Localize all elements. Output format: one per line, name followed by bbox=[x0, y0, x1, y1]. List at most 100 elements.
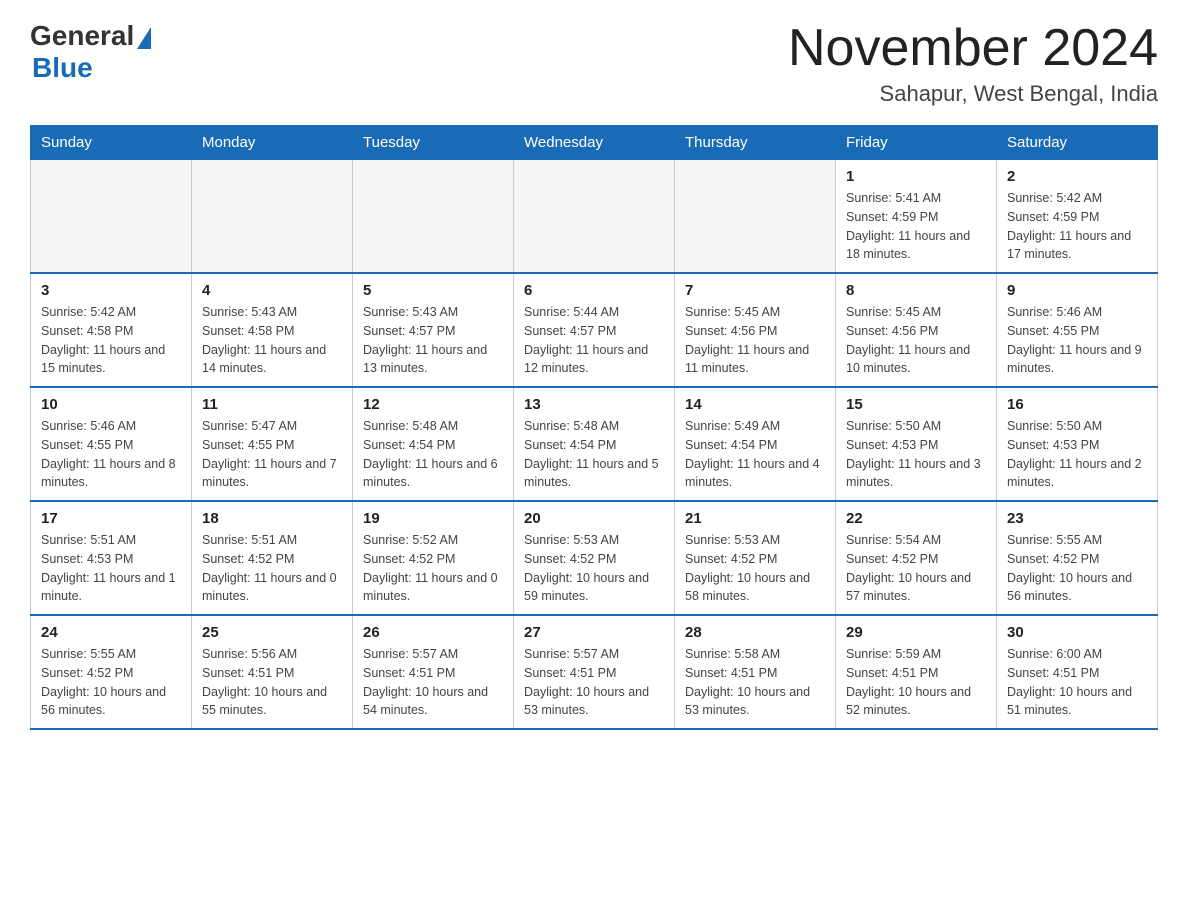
header-day-monday: Monday bbox=[192, 126, 353, 160]
day-number: 27 bbox=[524, 624, 664, 641]
calendar-cell: 14Sunrise: 5:49 AM Sunset: 4:54 PM Dayli… bbox=[675, 387, 836, 501]
calendar-cell bbox=[353, 160, 514, 274]
calendar-cell: 30Sunrise: 6:00 AM Sunset: 4:51 PM Dayli… bbox=[997, 615, 1158, 729]
day-info: Sunrise: 5:44 AM Sunset: 4:57 PM Dayligh… bbox=[524, 303, 664, 378]
calendar-table: SundayMondayTuesdayWednesdayThursdayFrid… bbox=[30, 125, 1158, 730]
day-number: 25 bbox=[202, 624, 342, 641]
calendar-cell: 29Sunrise: 5:59 AM Sunset: 4:51 PM Dayli… bbox=[836, 615, 997, 729]
calendar-cell: 28Sunrise: 5:58 AM Sunset: 4:51 PM Dayli… bbox=[675, 615, 836, 729]
calendar-week-row: 1 Sunrise: 5:41 AM Sunset: 4:59 PM Daylig… bbox=[31, 160, 1158, 274]
calendar-cell bbox=[31, 160, 192, 274]
day-number: 1 bbox=[846, 168, 986, 185]
day-info: Sunrise: 5:50 AM Sunset: 4:53 PM Dayligh… bbox=[846, 417, 986, 492]
day-info: Sunrise: 5:54 AM Sunset: 4:52 PM Dayligh… bbox=[846, 531, 986, 606]
calendar-title: November 2024 bbox=[788, 20, 1158, 77]
day-number: 15 bbox=[846, 396, 986, 413]
header-day-friday: Friday bbox=[836, 126, 997, 160]
calendar-cell bbox=[675, 160, 836, 274]
day-info: Sunrise: 5:46 AM Sunset: 4:55 PM Dayligh… bbox=[41, 417, 181, 492]
calendar-cell: 18 Sunrise: 5:51 AM Sunset: 4:52 PM Dayli… bbox=[192, 501, 353, 615]
logo-blue-text: Blue bbox=[32, 52, 93, 84]
calendar-cell bbox=[514, 160, 675, 274]
day-number: 4 bbox=[202, 282, 342, 299]
day-info: Sunrise: 5:46 AM Sunset: 4:55 PM Dayligh… bbox=[1007, 303, 1147, 378]
calendar-cell: 25 Sunrise: 5:56 AM Sunset: 4:51 PM Dayli… bbox=[192, 615, 353, 729]
day-number: 5 bbox=[363, 282, 503, 299]
calendar-cell: 13Sunrise: 5:48 AM Sunset: 4:54 PM Dayli… bbox=[514, 387, 675, 501]
calendar-cell: 5 Sunrise: 5:43 AM Sunset: 4:57 PM Daylig… bbox=[353, 273, 514, 387]
calendar-cell: 17Sunrise: 5:51 AM Sunset: 4:53 PM Dayli… bbox=[31, 501, 192, 615]
day-info: Sunrise: 5:56 AM Sunset: 4:51 PM Dayligh… bbox=[202, 645, 342, 720]
calendar-cell: 4 Sunrise: 5:43 AM Sunset: 4:58 PM Daylig… bbox=[192, 273, 353, 387]
day-info: Sunrise: 5:59 AM Sunset: 4:51 PM Dayligh… bbox=[846, 645, 986, 720]
day-info: Sunrise: 5:51 AM Sunset: 4:53 PM Dayligh… bbox=[41, 531, 181, 606]
calendar-cell: 9 Sunrise: 5:46 AM Sunset: 4:55 PM Daylig… bbox=[997, 273, 1158, 387]
header-day-thursday: Thursday bbox=[675, 126, 836, 160]
day-info: Sunrise: 5:41 AM Sunset: 4:59 PM Dayligh… bbox=[846, 189, 986, 264]
day-number: 20 bbox=[524, 510, 664, 527]
day-info: Sunrise: 5:51 AM Sunset: 4:52 PM Dayligh… bbox=[202, 531, 342, 606]
title-area: November 2024 Sahapur, West Bengal, Indi… bbox=[788, 20, 1158, 107]
day-info: Sunrise: 5:55 AM Sunset: 4:52 PM Dayligh… bbox=[1007, 531, 1147, 606]
calendar-cell bbox=[192, 160, 353, 274]
calendar-cell: 27 Sunrise: 5:57 AM Sunset: 4:51 PM Dayli… bbox=[514, 615, 675, 729]
calendar-cell: 8 Sunrise: 5:45 AM Sunset: 4:56 PM Daylig… bbox=[836, 273, 997, 387]
day-number: 10 bbox=[41, 396, 181, 413]
day-number: 22 bbox=[846, 510, 986, 527]
calendar-cell: 16 Sunrise: 5:50 AM Sunset: 4:53 PM Dayli… bbox=[997, 387, 1158, 501]
day-info: Sunrise: 5:43 AM Sunset: 4:58 PM Dayligh… bbox=[202, 303, 342, 378]
day-info: Sunrise: 5:45 AM Sunset: 4:56 PM Dayligh… bbox=[846, 303, 986, 378]
day-number: 24 bbox=[41, 624, 181, 641]
calendar-cell: 6 Sunrise: 5:44 AM Sunset: 4:57 PM Daylig… bbox=[514, 273, 675, 387]
calendar-cell: 21 Sunrise: 5:53 AM Sunset: 4:52 PM Dayli… bbox=[675, 501, 836, 615]
calendar-cell: 11 Sunrise: 5:47 AM Sunset: 4:55 PM Dayli… bbox=[192, 387, 353, 501]
day-number: 21 bbox=[685, 510, 825, 527]
day-number: 26 bbox=[363, 624, 503, 641]
day-info: Sunrise: 5:57 AM Sunset: 4:51 PM Dayligh… bbox=[524, 645, 664, 720]
day-info: Sunrise: 5:53 AM Sunset: 4:52 PM Dayligh… bbox=[685, 531, 825, 606]
day-info: Sunrise: 6:00 AM Sunset: 4:51 PM Dayligh… bbox=[1007, 645, 1147, 720]
header-day-tuesday: Tuesday bbox=[353, 126, 514, 160]
day-number: 18 bbox=[202, 510, 342, 527]
header-day-sunday: Sunday bbox=[31, 126, 192, 160]
calendar-cell: 24 Sunrise: 5:55 AM Sunset: 4:52 PM Dayli… bbox=[31, 615, 192, 729]
day-number: 23 bbox=[1007, 510, 1147, 527]
calendar-cell: 3 Sunrise: 5:42 AM Sunset: 4:58 PM Daylig… bbox=[31, 273, 192, 387]
calendar-cell: 12 Sunrise: 5:48 AM Sunset: 4:54 PM Dayli… bbox=[353, 387, 514, 501]
day-number: 9 bbox=[1007, 282, 1147, 299]
logo: General Blue bbox=[30, 20, 151, 84]
calendar-cell: 2Sunrise: 5:42 AM Sunset: 4:59 PM Daylig… bbox=[997, 160, 1158, 274]
day-info: Sunrise: 5:42 AM Sunset: 4:58 PM Dayligh… bbox=[41, 303, 181, 378]
calendar-week-row: 3 Sunrise: 5:42 AM Sunset: 4:58 PM Daylig… bbox=[31, 273, 1158, 387]
calendar-cell: 7Sunrise: 5:45 AM Sunset: 4:56 PM Daylig… bbox=[675, 273, 836, 387]
header-day-saturday: Saturday bbox=[997, 126, 1158, 160]
day-number: 3 bbox=[41, 282, 181, 299]
day-number: 11 bbox=[202, 396, 342, 413]
calendar-cell: 23 Sunrise: 5:55 AM Sunset: 4:52 PM Dayli… bbox=[997, 501, 1158, 615]
day-info: Sunrise: 5:47 AM Sunset: 4:55 PM Dayligh… bbox=[202, 417, 342, 492]
logo-general-text: General bbox=[30, 20, 134, 52]
day-number: 16 bbox=[1007, 396, 1147, 413]
calendar-cell: 22 Sunrise: 5:54 AM Sunset: 4:52 PM Dayli… bbox=[836, 501, 997, 615]
logo-triangle-icon bbox=[137, 27, 151, 49]
calendar-cell: 20 Sunrise: 5:53 AM Sunset: 4:52 PM Dayli… bbox=[514, 501, 675, 615]
day-number: 12 bbox=[363, 396, 503, 413]
day-info: Sunrise: 5:49 AM Sunset: 4:54 PM Dayligh… bbox=[685, 417, 825, 492]
day-number: 13 bbox=[524, 396, 664, 413]
day-info: Sunrise: 5:53 AM Sunset: 4:52 PM Dayligh… bbox=[524, 531, 664, 606]
day-info: Sunrise: 5:58 AM Sunset: 4:51 PM Dayligh… bbox=[685, 645, 825, 720]
day-info: Sunrise: 5:43 AM Sunset: 4:57 PM Dayligh… bbox=[363, 303, 503, 378]
day-number: 6 bbox=[524, 282, 664, 299]
day-info: Sunrise: 5:50 AM Sunset: 4:53 PM Dayligh… bbox=[1007, 417, 1147, 492]
day-info: Sunrise: 5:45 AM Sunset: 4:56 PM Dayligh… bbox=[685, 303, 825, 378]
day-info: Sunrise: 5:48 AM Sunset: 4:54 PM Dayligh… bbox=[363, 417, 503, 492]
day-info: Sunrise: 5:52 AM Sunset: 4:52 PM Dayligh… bbox=[363, 531, 503, 606]
calendar-cell: 10 Sunrise: 5:46 AM Sunset: 4:55 PM Dayli… bbox=[31, 387, 192, 501]
calendar-subtitle: Sahapur, West Bengal, India bbox=[788, 81, 1158, 107]
header: General Blue November 2024 Sahapur, West… bbox=[30, 20, 1158, 107]
day-number: 2 bbox=[1007, 168, 1147, 185]
day-info: Sunrise: 5:55 AM Sunset: 4:52 PM Dayligh… bbox=[41, 645, 181, 720]
day-number: 8 bbox=[846, 282, 986, 299]
header-day-wednesday: Wednesday bbox=[514, 126, 675, 160]
calendar-cell: 26Sunrise: 5:57 AM Sunset: 4:51 PM Dayli… bbox=[353, 615, 514, 729]
